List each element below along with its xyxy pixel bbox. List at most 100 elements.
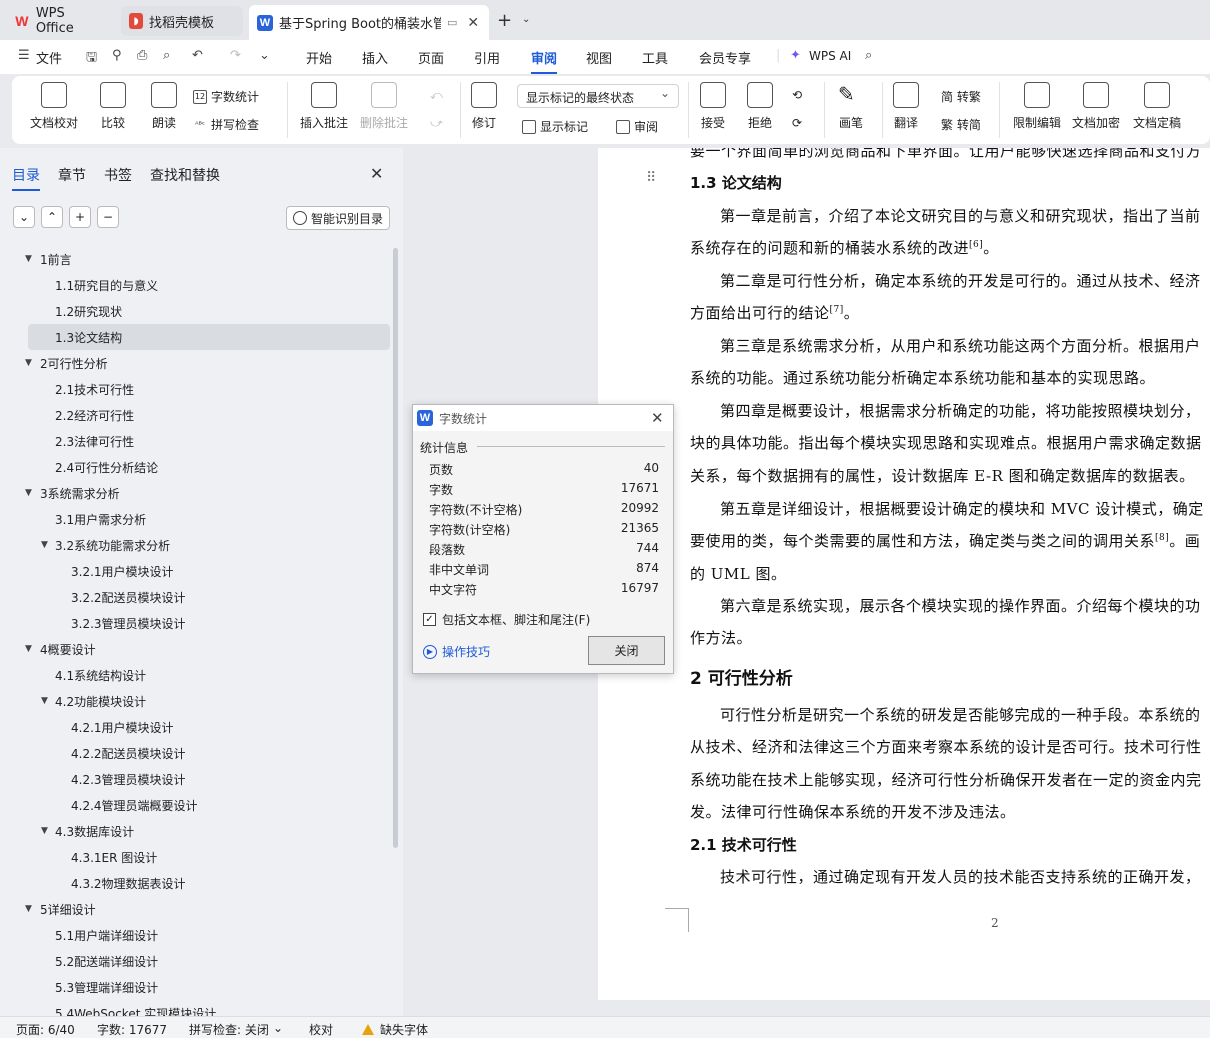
review-pane-button[interactable]: 审阅 (616, 118, 658, 135)
toc-item[interactable]: 3.2.2配送员模块设计 (0, 584, 392, 610)
chevron-down-icon[interactable]: ⌄ (273, 1021, 283, 1035)
caret-down-icon[interactable]: ▼ (25, 488, 32, 498)
page-indicator[interactable]: 页面: 6/40 (16, 1021, 75, 1038)
close-icon[interactable]: ✕ (651, 409, 664, 427)
print-preview-icon[interactable]: ⌕ (163, 48, 170, 63)
read-aloud-button[interactable]: 朗读 (151, 82, 177, 131)
menu-file[interactable]: 文件 (36, 48, 62, 67)
menu-view[interactable]: 视图 (586, 48, 612, 67)
translate-button[interactable]: 翻译 (893, 82, 919, 131)
restrict-edit-button[interactable]: 限制编辑 (1013, 82, 1061, 131)
markup-state-dropdown[interactable]: 显示标记的最终状态 (517, 84, 679, 108)
menu-tools[interactable]: 工具 (642, 48, 668, 67)
to-simplified-button[interactable]: 繁 转简 (941, 116, 981, 133)
word-count-indicator[interactable]: 字数: 17677 (97, 1021, 167, 1038)
close-button[interactable]: 关闭 (588, 636, 665, 665)
tab-document[interactable]: W 基于Spring Boot的桶装水管理 ▭ ✕ (249, 5, 489, 40)
toc-item[interactable]: ▼ 3.2系统功能需求分析 (0, 532, 392, 558)
toc-item[interactable]: 1.1研究目的与意义 (0, 272, 392, 298)
tab-daoke-templates[interactable]: ◗ 找稻壳模板 (121, 6, 243, 36)
toc-item[interactable]: ▼ 1前言 (0, 246, 392, 272)
insert-comment-button[interactable]: 插入批注 (300, 82, 348, 131)
toc-item[interactable]: ▼ 5详细设计 (0, 896, 392, 922)
caret-down-icon[interactable]: ▼ (25, 644, 32, 654)
remove-icon[interactable]: − (97, 206, 119, 228)
redo-icon[interactable]: ↷ (230, 48, 241, 63)
track-changes-button[interactable]: 修订 (471, 82, 497, 131)
spell-check-button[interactable]: ᴬᴮᶜ 拼写检查 (193, 116, 259, 133)
encrypt-button[interactable]: 文档加密 (1072, 82, 1120, 131)
toc-item[interactable]: ▼ 4.2功能模块设计 (0, 688, 392, 714)
toc-item[interactable]: ▼ 4.3数据库设计 (0, 818, 392, 844)
toc-item[interactable]: 4.3.1ER 图设计 (0, 844, 392, 870)
collapse-chevron-down-icon[interactable]: ⌄ (13, 206, 35, 228)
prev-change-icon[interactable]: ⟲ (792, 88, 802, 102)
toc-item[interactable]: 4.2.4管理员端概要设计 (0, 792, 392, 818)
drag-handle-icon[interactable]: ⠿ (646, 170, 656, 186)
hamburger-icon[interactable]: ☰ (18, 48, 30, 63)
pen-button[interactable]: ✎ 画笔 (838, 82, 864, 131)
toc-item[interactable]: 2.2经济可行性 (0, 402, 392, 428)
toc-item[interactable]: 4.2.1用户模块设计 (0, 714, 392, 740)
close-tab-icon[interactable]: ✕ (467, 15, 479, 31)
caret-down-icon[interactable]: ▼ (25, 254, 32, 264)
to-traditional-button[interactable]: 简 转繁 (941, 88, 981, 105)
window-icon[interactable]: ▭ (447, 16, 457, 29)
tab-wps-office[interactable]: W WPS Office (6, 6, 114, 36)
menu-page[interactable]: 页面 (418, 48, 444, 67)
checkbox-icon[interactable]: ✓ (423, 613, 436, 626)
caret-down-icon[interactable]: ▼ (41, 540, 48, 550)
tab-toc[interactable]: 目录 (12, 165, 40, 191)
menu-membership[interactable]: 会员专享 (699, 48, 751, 67)
toc-item[interactable]: 2.4可行性分析结论 (0, 454, 392, 480)
caret-down-icon[interactable]: ▼ (25, 358, 32, 368)
reject-button[interactable]: 拒绝 (747, 82, 773, 131)
toc-item[interactable]: ▼ 3系统需求分析 (0, 480, 392, 506)
toc-item[interactable]: 5.2配送端详细设计 (0, 948, 392, 974)
new-tab-button[interactable]: + (497, 10, 512, 31)
next-change-icon[interactable]: ⟳ (792, 116, 802, 130)
toc-item[interactable]: 1.3论文结构 (28, 324, 390, 350)
toc-item[interactable]: 4.2.3管理员模块设计 (0, 766, 392, 792)
sidebar-scrollbar[interactable] (393, 248, 398, 848)
close-icon[interactable]: ✕ (370, 164, 383, 183)
print-icon[interactable]: ⎙ (137, 48, 147, 63)
menu-insert[interactable]: 插入 (362, 48, 388, 67)
tab-find-replace[interactable]: 查找和替换 (150, 165, 220, 185)
more-chevron-icon[interactable]: ⌄ (259, 48, 270, 63)
word-count-button[interactable]: 12 字数统计 (193, 88, 259, 105)
tab-bookmarks[interactable]: 书签 (104, 165, 132, 185)
caret-down-icon[interactable]: ▼ (25, 904, 32, 914)
delete-comment-button[interactable]: 删除批注 (360, 82, 408, 131)
toc-item[interactable]: 4.2.2配送员模块设计 (0, 740, 392, 766)
accept-button[interactable]: 接受 (700, 82, 726, 131)
include-footnotes-checkbox[interactable]: ✓ 包括文本框、脚注和尾注(F) (423, 611, 590, 628)
spell-check-indicator[interactable]: 拼写检查: 关闭 (189, 1021, 269, 1038)
toc-item[interactable]: 3.1用户需求分析 (0, 506, 392, 532)
proofread-indicator[interactable]: 校对 (309, 1021, 333, 1038)
toc-item[interactable]: 4.3.2物理数据表设计 (0, 870, 392, 896)
menu-review[interactable]: 审阅 (531, 48, 558, 74)
toc-item[interactable]: 3.2.1用户模块设计 (0, 558, 392, 584)
doc-check-button[interactable]: 文档校对 (30, 82, 78, 131)
toc-item[interactable]: 2.3法律可行性 (0, 428, 392, 454)
compare-button[interactable]: 比较 (100, 82, 126, 131)
undo-icon[interactable]: ↶ (192, 48, 203, 63)
show-markup-button[interactable]: 显示标记 (522, 118, 588, 135)
next-comment-icon[interactable]: ⤻ (430, 116, 443, 131)
expand-chevron-up-icon[interactable]: ⌃ (41, 206, 63, 228)
save-icon[interactable]: 🖫 (86, 48, 97, 70)
toc-item[interactable]: 3.2.3管理员模块设计 (0, 610, 392, 636)
toc-item[interactable]: 5.3管理端详细设计 (0, 974, 392, 1000)
smart-toc-button[interactable]: 智能识别目录 (286, 206, 390, 230)
toc-item[interactable]: ▼ 2可行性分析 (0, 350, 392, 376)
toc-item[interactable]: 1.2研究现状 (0, 298, 392, 324)
missing-font-indicator[interactable]: 缺失字体 (362, 1021, 428, 1038)
menu-home[interactable]: 开始 (306, 48, 332, 67)
tips-link[interactable]: ▶ 操作技巧 (423, 643, 490, 660)
caret-down-icon[interactable]: ▼ (41, 696, 48, 706)
share-icon[interactable]: ⚲ (112, 48, 122, 63)
menu-wps-ai[interactable]: WPS AI (809, 49, 851, 63)
add-icon[interactable]: + (69, 206, 91, 228)
chevron-down-icon[interactable]: ⌄ (522, 14, 530, 25)
